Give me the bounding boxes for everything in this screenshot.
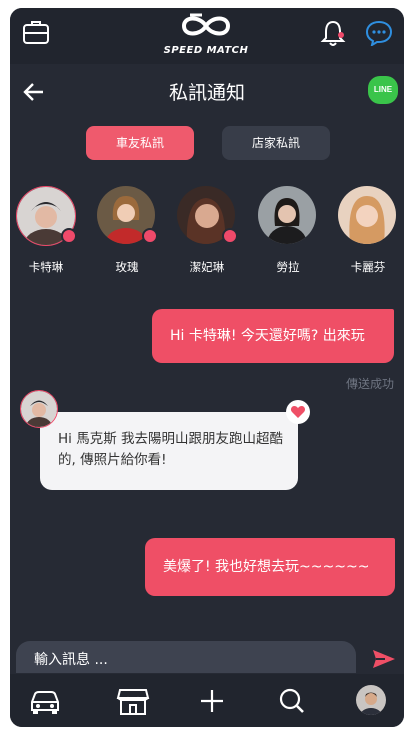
store-icon[interactable] <box>116 686 150 716</box>
online-indicator <box>61 228 77 244</box>
contact-item[interactable]: 卡特琳 <box>15 186 77 275</box>
contact-avatar <box>258 186 316 244</box>
speed-match-logo: SPEED MATCH <box>154 12 258 60</box>
contact-name: 卡麗芬 <box>350 260 386 274</box>
outgoing-message[interactable]: 美爆了! 我也好想去玩~~~~~~ <box>145 538 395 596</box>
incoming-message-text: Hi 馬克斯 我去陽明山跟朋友跑山超酷的, 傳照片給你看! <box>58 431 283 468</box>
contact-avatar <box>338 186 396 244</box>
online-indicator <box>222 228 238 244</box>
message-input[interactable]: 輸入訊息 ... <box>16 641 356 673</box>
phone-screen: SPEED MATCH 私訊通知 LINE 車友私訊 店家私訊 卡特琳 玫瑰 潔… <box>10 8 404 727</box>
contact-name: 潔妃琳 <box>189 260 225 274</box>
search-icon[interactable] <box>275 686 309 716</box>
contact-item[interactable]: 潔妃琳 <box>176 186 238 275</box>
chat-icon[interactable] <box>365 20 393 46</box>
briefcase-icon[interactable] <box>22 19 50 45</box>
car-icon[interactable] <box>28 686 62 716</box>
profile-avatar[interactable] <box>356 685 386 715</box>
contact-item[interactable]: 卡麗芬 <box>337 186 399 275</box>
notification-dot <box>338 32 344 38</box>
brand-name: SPEED MATCH <box>163 45 249 56</box>
message-input-placeholder: 輸入訊息 ... <box>34 652 108 668</box>
send-icon[interactable] <box>371 648 397 670</box>
contact-name: 卡特琳 <box>28 260 64 274</box>
contact-item[interactable]: 勞拉 <box>257 186 319 275</box>
heart-icon <box>290 406 306 418</box>
top-bar: SPEED MATCH <box>10 8 404 64</box>
page-title: 私訊通知 <box>168 82 245 104</box>
plus-icon[interactable] <box>195 686 229 716</box>
contact-name: 玫瑰 <box>115 260 139 274</box>
like-button[interactable] <box>286 400 310 424</box>
incoming-message[interactable]: Hi 馬克斯 我去陽明山跟朋友跑山超酷的, 傳照片給你看! <box>40 412 298 490</box>
line-icon[interactable]: LINE <box>368 76 398 104</box>
page-header: 私訊通知 <box>10 64 404 120</box>
contact-name: 勞拉 <box>276 260 300 274</box>
contact-item[interactable]: 玫瑰 <box>96 186 158 275</box>
sender-avatar[interactable] <box>20 390 58 428</box>
online-indicator <box>142 228 158 244</box>
outgoing-message[interactable]: Hi 卡特琳! 今天還好嗎? 出來玩 <box>152 309 394 363</box>
tab-shop-messages[interactable]: 店家私訊 <box>222 126 330 160</box>
delivery-status: 傳送成功 <box>345 377 394 391</box>
tab-rider-messages[interactable]: 車友私訊 <box>86 126 194 160</box>
bottom-nav <box>10 674 404 727</box>
